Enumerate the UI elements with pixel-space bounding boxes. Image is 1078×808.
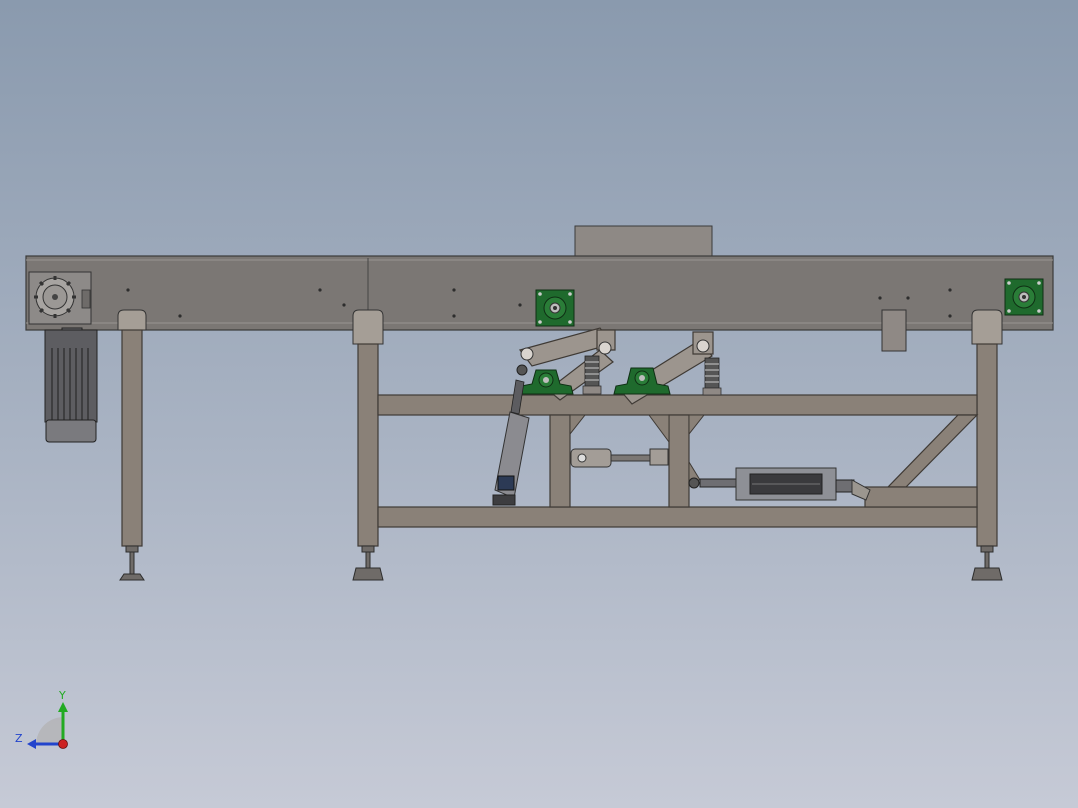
cad-viewport[interactable]: Y Z xyxy=(0,0,1078,808)
diagonal-cylinder[interactable] xyxy=(492,364,530,506)
flange-bearing-right[interactable] xyxy=(1004,278,1044,316)
axis-label-z: Z xyxy=(15,732,23,745)
flange-bearing-center[interactable] xyxy=(535,289,575,327)
tie-rod[interactable] xyxy=(570,448,669,468)
conveyor-assembly-drawing xyxy=(25,225,1054,749)
under-belt-bracket[interactable] xyxy=(881,309,907,352)
drive-motor[interactable] xyxy=(44,327,98,443)
axis-label-y: Y xyxy=(59,689,66,702)
pneumatic-cylinder[interactable] xyxy=(688,467,871,501)
diagonal-brace[interactable] xyxy=(864,414,979,508)
leveling-feet[interactable] xyxy=(119,545,1003,581)
gear-icon xyxy=(34,276,76,318)
axis-triad-icon[interactable] xyxy=(27,702,68,749)
drive-sprocket[interactable] xyxy=(28,271,92,325)
top-plate[interactable] xyxy=(574,225,713,257)
